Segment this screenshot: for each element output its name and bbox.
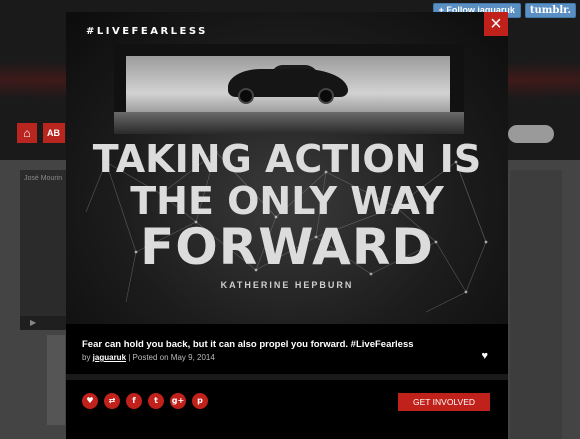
meta-by: by: [82, 353, 93, 362]
close-button[interactable]: ×: [484, 12, 508, 36]
post-image: #LIVEFEARLESS TAKING ACTION IS THE ONLY …: [66, 12, 508, 324]
pinterest-icon[interactable]: p: [192, 393, 208, 409]
author-link[interactable]: jaguaruk: [93, 353, 126, 362]
post-meta: by jaguaruk | Posted on May 9, 2014: [82, 353, 215, 362]
video-controls[interactable]: ▶: [20, 316, 66, 330]
share-icons: ♥ ⇄ f t g+ p: [82, 393, 208, 409]
heart-icon[interactable]: ♥: [82, 393, 98, 409]
home-icon[interactable]: ⌂: [17, 123, 37, 143]
twitter-icon[interactable]: t: [148, 393, 164, 409]
get-involved-button[interactable]: GET INVOLVED: [398, 393, 490, 411]
background-sidebar: [510, 170, 562, 439]
divider: [66, 374, 508, 380]
quote-line: THE ONLY WAY: [130, 179, 444, 223]
quote-line: TAKING ACTION IS: [92, 137, 482, 181]
hashtag-label: #LIVEFEARLESS: [86, 26, 208, 37]
post-caption: Fear can hold you back, but it can also …: [82, 339, 414, 350]
facebook-icon[interactable]: f: [126, 393, 142, 409]
google-plus-icon[interactable]: g+: [170, 393, 186, 409]
nav-item-about[interactable]: AB: [43, 123, 65, 143]
post-lightbox: #LIVEFEARLESS TAKING ACTION IS THE ONLY …: [66, 12, 508, 439]
quote-author: KATHERINE HEPBURN: [220, 280, 354, 290]
like-icon[interactable]: ♥: [481, 350, 488, 362]
post-date: | Posted on May 9, 2014: [126, 353, 215, 362]
background-thumbnail: [47, 335, 65, 425]
background-video[interactable]: [20, 170, 66, 330]
tumblr-logo[interactable]: tumblr.: [524, 3, 576, 18]
search-input[interactable]: [508, 125, 554, 143]
reblog-icon[interactable]: ⇄: [104, 393, 120, 409]
video-label: José Mourin: [24, 175, 63, 182]
quote-line: FORWARD: [140, 218, 434, 276]
